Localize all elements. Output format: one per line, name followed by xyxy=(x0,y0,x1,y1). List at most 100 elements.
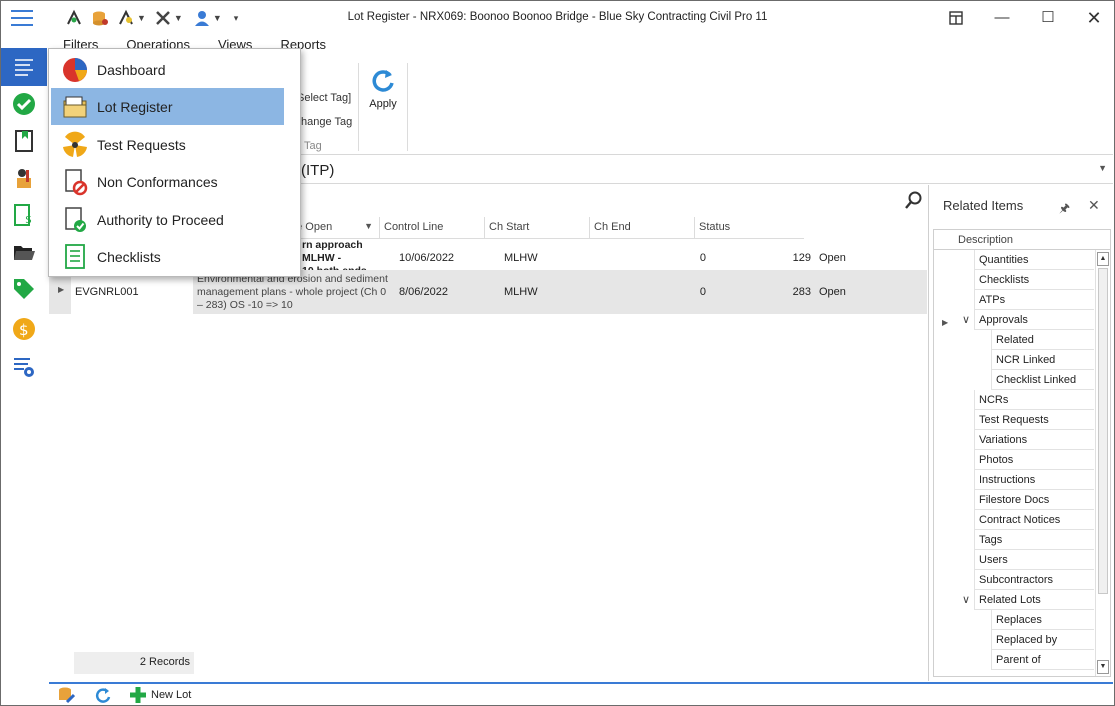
itp-label: (ITP) xyxy=(301,162,335,179)
chevron-down-icon[interactable]: ▼ xyxy=(213,13,222,23)
database-icon[interactable] xyxy=(91,9,109,27)
cell-ch-end: 283 xyxy=(792,286,811,298)
menu-item-label: Lot Register xyxy=(97,98,173,115)
scrollbar-thumb[interactable] xyxy=(1098,268,1108,594)
settings-list-icon[interactable] xyxy=(12,355,36,379)
diary-icon[interactable] xyxy=(12,129,36,153)
related-item[interactable]: Related Lots xyxy=(974,590,1094,610)
related-item[interactable]: Approvals xyxy=(974,310,1094,330)
column-header-ch-end[interactable]: Ch End xyxy=(589,217,694,239)
modules-menu-button[interactable] xyxy=(1,48,47,86)
lot-tool-icon[interactable] xyxy=(65,9,83,27)
related-item[interactable]: ATPs xyxy=(974,290,1094,310)
menu-item-checklists[interactable]: Checklists xyxy=(51,238,284,275)
close-panel-icon[interactable]: ✕ xyxy=(1088,197,1100,214)
cost-sheet-icon[interactable]: $ xyxy=(12,203,36,227)
related-item[interactable]: Photos xyxy=(974,450,1094,470)
related-item[interactable]: Instructions xyxy=(974,470,1094,490)
minimize-button[interactable]: — xyxy=(987,7,1017,29)
related-item[interactable]: Checklist Linked xyxy=(991,370,1094,390)
ribbon-separator xyxy=(407,63,408,151)
hamburger-menu-icon[interactable] xyxy=(11,10,33,26)
new-lot-label: New Lot xyxy=(151,689,192,701)
menu-item-dashboard[interactable]: Dashboard xyxy=(51,51,284,88)
column-header-control-line[interactable]: Control Line xyxy=(379,217,484,239)
pin-icon[interactable]: 🖈 xyxy=(1059,199,1070,220)
related-item[interactable]: Related xyxy=(991,330,1094,350)
chevron-down-icon[interactable]: ▼ xyxy=(174,13,183,23)
worker-icon[interactable] xyxy=(12,166,36,190)
lot-register-icon xyxy=(63,96,87,117)
search-icon[interactable] xyxy=(905,191,923,209)
scroll-down-icon[interactable]: ▼ xyxy=(1097,660,1109,674)
person-icon[interactable] xyxy=(193,9,211,27)
apply-button[interactable]: Apply xyxy=(367,67,399,110)
vertical-scrollbar[interactable]: ▲ ▼ xyxy=(1095,250,1110,676)
change-tag-button[interactable]: hange Tag xyxy=(301,116,352,128)
related-item[interactable]: Contract Notices xyxy=(974,510,1094,530)
new-lot-button[interactable]: New Lot xyxy=(129,685,191,705)
folder-open-icon[interactable] xyxy=(12,240,36,264)
related-items-tree: Description ▶ Quantities Checklists ATPs ∨ A… xyxy=(933,229,1111,677)
related-item[interactable]: Test Requests xyxy=(974,410,1094,430)
tools-icon[interactable] xyxy=(154,9,172,27)
modules-dropdown-menu: Dashboard Lot Register Test Requests Non… xyxy=(48,48,301,277)
menu-item-authority-to-proceed[interactable]: Authority to Proceed xyxy=(51,201,284,238)
customize-toolbar-icon[interactable]: ▾ xyxy=(234,13,239,24)
authority-check-icon xyxy=(65,206,86,232)
plus-icon xyxy=(130,687,146,703)
record-count: 2 Records xyxy=(74,652,194,674)
svg-text:$: $ xyxy=(25,213,32,226)
related-item[interactable]: Variations xyxy=(974,430,1094,450)
radiation-icon xyxy=(63,131,87,157)
cell-ch-start: 0 xyxy=(699,286,706,298)
chevron-down-icon[interactable]: ▼ xyxy=(137,13,146,23)
collapse-node-icon[interactable]: ∨ xyxy=(962,313,970,326)
user-tool-icon[interactable] xyxy=(117,9,135,27)
tag-icon[interactable] xyxy=(12,277,36,301)
related-item[interactable]: Quantities xyxy=(974,250,1094,270)
menu-item-test-requests[interactable]: Test Requests xyxy=(51,126,284,163)
maximize-button[interactable]: ☐ xyxy=(1033,7,1063,29)
expand-node-icon[interactable]: ▶ xyxy=(942,318,948,327)
related-item[interactable]: NCRs xyxy=(974,390,1094,410)
related-item[interactable]: Filestore Docs xyxy=(974,490,1094,510)
collapse-node-icon[interactable]: ∨ xyxy=(962,593,970,606)
cell-control-line: MLHW xyxy=(504,286,538,298)
dollar-coin-icon[interactable]: $ xyxy=(12,317,36,341)
restore-layout-button[interactable] xyxy=(941,7,971,29)
menu-item-label: Dashboard xyxy=(97,61,166,78)
bottom-toolbar: New Lot xyxy=(49,682,1113,705)
menu-item-lot-register[interactable]: Lot Register xyxy=(51,88,284,125)
related-item[interactable]: Replaced by xyxy=(991,630,1094,650)
refresh-icon[interactable] xyxy=(95,687,111,703)
database-edit-icon[interactable] xyxy=(57,686,75,704)
layout-icon xyxy=(949,11,963,25)
column-header-status[interactable]: Status xyxy=(694,217,804,239)
related-item[interactable]: Tags xyxy=(974,530,1094,550)
menu-item-label: Authority to Proceed xyxy=(97,211,224,228)
related-item[interactable]: NCR Linked xyxy=(991,350,1094,370)
related-items-title: Related Items xyxy=(943,198,1024,213)
related-item[interactable]: Checklists xyxy=(974,270,1094,290)
menu-item-label: Checklists xyxy=(97,248,161,265)
related-item[interactable]: Users xyxy=(974,550,1094,570)
cell-date-open: 8/06/2022 xyxy=(399,286,448,298)
refresh-icon xyxy=(372,70,394,92)
related-item[interactable]: Subcontractors xyxy=(974,570,1094,590)
menu-item-label: Test Requests xyxy=(97,136,186,153)
expand-row-icon[interactable]: ▶ xyxy=(58,285,64,294)
related-item[interactable]: Parent of xyxy=(991,650,1094,670)
related-column-header: Description xyxy=(934,230,1110,250)
related-item[interactable]: Replaces xyxy=(991,610,1094,630)
column-header-ch-start[interactable]: Ch Start xyxy=(484,217,589,239)
select-tag-button[interactable]: Select Tag] xyxy=(297,92,351,104)
scroll-up-icon[interactable]: ▲ xyxy=(1097,252,1109,266)
close-button[interactable]: ✕ xyxy=(1079,7,1109,29)
sort-down-icon: ▼ xyxy=(364,221,373,231)
ribbon-separator xyxy=(358,63,359,151)
title-bar: ▼ ▼ ▼ ▾ Lot Register - NRX069: Boonoo Bo… xyxy=(1,1,1114,35)
menu-item-non-conformances[interactable]: Non Conformances xyxy=(51,163,284,200)
chevron-down-icon[interactable]: ▼ xyxy=(1098,163,1107,173)
approved-check-icon[interactable] xyxy=(12,92,36,116)
